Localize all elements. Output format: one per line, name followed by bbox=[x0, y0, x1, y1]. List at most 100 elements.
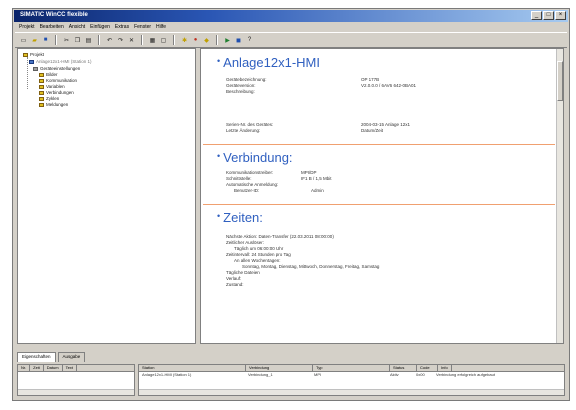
compile-icon[interactable]: ✱ bbox=[180, 36, 189, 45]
stop-icon[interactable]: ● bbox=[191, 36, 200, 45]
times-row: Zustand: bbox=[226, 282, 244, 287]
horizontal-scrollbar[interactable] bbox=[139, 389, 564, 395]
column-header[interactable]: Typ bbox=[313, 365, 390, 371]
tree-item-alarms[interactable]: Meldungen bbox=[39, 102, 68, 107]
folder-icon bbox=[23, 52, 28, 57]
station-icon bbox=[29, 59, 34, 64]
interface-label-row: Schnittstelle: bbox=[226, 176, 252, 181]
section-separator bbox=[203, 204, 555, 205]
menu-bearbeiten[interactable]: Bearbeiten bbox=[40, 24, 64, 30]
tree-item-tags[interactable]: Variablen bbox=[39, 84, 65, 89]
tree-item-connections[interactable]: Verbindungen bbox=[39, 90, 74, 95]
table-cell: Verbindung erfolgreich aufgebaut bbox=[436, 372, 495, 377]
toolbar-separator bbox=[141, 35, 143, 45]
tab-ausgabe[interactable]: Ausgabe bbox=[57, 352, 86, 362]
table-cell: MPI bbox=[314, 372, 322, 377]
section-heading-text: Zeiten: bbox=[223, 210, 263, 225]
tab-eigenschaften[interactable]: Eigenschaften bbox=[17, 352, 56, 362]
horizontal-scrollbar[interactable] bbox=[18, 389, 134, 395]
online-icon[interactable]: ▶ bbox=[223, 36, 232, 45]
section-heading-device: • Anlage12x1-HMI bbox=[217, 55, 320, 70]
folder-icon bbox=[39, 72, 44, 77]
times-row: Verlauf: bbox=[226, 276, 242, 281]
toolbar-separator bbox=[55, 35, 57, 45]
tree-item-cycles[interactable]: Zyklen bbox=[39, 96, 59, 101]
transfer-icon[interactable]: ◆ bbox=[202, 36, 211, 45]
window-title: SIMATIC WinCC flexible bbox=[20, 12, 88, 18]
tree-item-label: Geräteeinstellungen bbox=[40, 66, 81, 71]
lastchange-value-row: Datum/Zeit bbox=[361, 128, 384, 133]
folder-icon bbox=[39, 102, 44, 107]
column-header[interactable]: Info bbox=[438, 365, 452, 371]
toolbar-separator bbox=[98, 35, 100, 45]
column-header[interactable]: Nr. bbox=[18, 365, 31, 371]
version-value-row: V2.0.0.0 / 6AV6 642-0BA01 bbox=[361, 83, 416, 88]
device-value-row: OP 177B bbox=[361, 77, 380, 82]
menu-fenster[interactable]: Fenster bbox=[134, 24, 151, 30]
userid-label-row: Benutzer-ID: bbox=[234, 188, 260, 193]
close-button[interactable]: × bbox=[555, 11, 566, 20]
copy-icon[interactable]: ❐ bbox=[73, 36, 82, 45]
table-cell: Aktiv bbox=[390, 372, 399, 377]
title-bar[interactable]: SIMATIC WinCC flexible _ □ × bbox=[14, 10, 568, 22]
section-heading-text: Verbindung: bbox=[223, 150, 293, 165]
delete-icon[interactable]: ✕ bbox=[127, 36, 136, 45]
folder-icon bbox=[39, 90, 44, 95]
menu-bar: Projekt Bearbeiten Ansicht Einfügen Extr… bbox=[15, 23, 567, 31]
undo-icon[interactable]: ↶ bbox=[105, 36, 114, 45]
tree-item-device[interactable]: Geräteeinstellungen bbox=[33, 66, 80, 71]
paste-icon[interactable]: ▤ bbox=[84, 36, 93, 45]
redo-icon[interactable]: ↷ bbox=[116, 36, 125, 45]
table-row[interactable]: Anlage12x1-HMI (Station 1) Verbindung_1 … bbox=[139, 372, 564, 378]
menu-einfuegen[interactable]: Einfügen bbox=[90, 24, 110, 30]
window-icon[interactable]: ▢ bbox=[159, 36, 168, 45]
tree-item-label: Bilder bbox=[46, 72, 58, 77]
tree-item-label: Projekt bbox=[30, 52, 45, 57]
help-icon[interactable]: ? bbox=[245, 36, 254, 45]
table-cell: 0x00 bbox=[416, 372, 425, 377]
toolbar-separator bbox=[216, 35, 218, 45]
section-heading-connection: • Verbindung: bbox=[217, 150, 293, 165]
menu-projekt[interactable]: Projekt bbox=[19, 24, 35, 30]
minimize-button[interactable]: _ bbox=[531, 11, 542, 20]
scrollbar-thumb[interactable] bbox=[557, 61, 563, 101]
column-header[interactable]: Status bbox=[390, 365, 417, 371]
column-header[interactable]: Code bbox=[417, 365, 438, 371]
serial-value-row: 2004-03-15 Anlage 12x1 bbox=[361, 122, 411, 127]
column-header[interactable]: Verbindung bbox=[246, 365, 313, 371]
times-row: Täglich um 06:00:00 Uhr bbox=[234, 246, 284, 251]
column-header[interactable]: Zeit bbox=[30, 365, 44, 371]
column-header[interactable]: Text bbox=[63, 365, 77, 371]
tree-item-label: Kommunikation bbox=[46, 78, 78, 83]
times-row: Zeitintervall: 24 Stunden pro Tag bbox=[226, 252, 291, 257]
device-icon bbox=[33, 66, 38, 71]
connection-list-header: Station Verbindung Typ Status Code Info bbox=[139, 365, 564, 372]
menu-extras[interactable]: Extras bbox=[115, 24, 129, 30]
open-icon[interactable]: ▰ bbox=[30, 36, 39, 45]
offline-icon[interactable]: ◼ bbox=[234, 36, 243, 45]
menu-hilfe[interactable]: Hilfe bbox=[156, 24, 166, 30]
bottom-panels: Nr. Zeit Datum Text Station Verbindung T… bbox=[17, 364, 565, 396]
tree-item-communication[interactable]: Kommunikation bbox=[39, 78, 77, 83]
toolbar: ▭ ▰ ■ ✂ ❐ ▤ ↶ ↷ ✕ ▦ ▢ ✱ ● ◆ ▶ ◼ ? bbox=[15, 32, 567, 48]
tree-connector bbox=[27, 57, 28, 89]
maximize-button[interactable]: □ bbox=[543, 11, 554, 20]
interface-value-row: IF1 B / 1,5 Mbit bbox=[301, 176, 332, 181]
detail-pane: • Anlage12x1-HMI Gerätebezeichnung: OP 17… bbox=[200, 48, 564, 344]
new-icon[interactable]: ▭ bbox=[19, 36, 28, 45]
save-icon[interactable]: ■ bbox=[41, 36, 50, 45]
menu-ansicht[interactable]: Ansicht bbox=[69, 24, 85, 30]
tree-item-station[interactable]: Anlage12x1-HMI (Station 1) bbox=[29, 59, 92, 64]
cut-icon[interactable]: ✂ bbox=[62, 36, 71, 45]
properties-icon[interactable]: ▦ bbox=[148, 36, 157, 45]
column-header[interactable]: Datum bbox=[44, 365, 63, 371]
tree-item-root[interactable]: Projekt bbox=[23, 52, 44, 57]
vertical-scrollbar[interactable] bbox=[556, 49, 563, 343]
table-cell: Verbindung_1 bbox=[248, 372, 273, 377]
description-label-row: Beschreibung: bbox=[226, 89, 255, 94]
lastchange-label-row: Letzte Änderung: bbox=[226, 128, 261, 133]
alarm-list-header: Nr. Zeit Datum Text bbox=[18, 365, 134, 372]
column-header[interactable]: Station bbox=[139, 365, 246, 371]
userid-value-row: Admin bbox=[311, 188, 324, 193]
tree-item-screens[interactable]: Bilder bbox=[39, 72, 58, 77]
